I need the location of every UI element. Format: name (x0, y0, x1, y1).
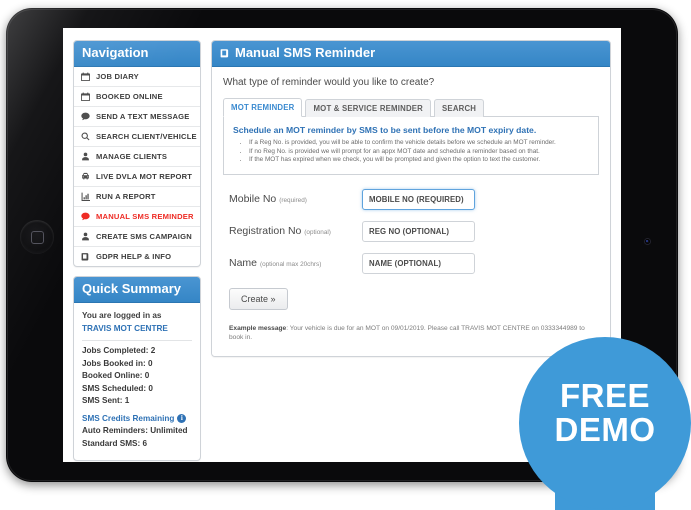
sidebar-item-gdpr-help-info[interactable]: GDPR HELP & INFO (74, 247, 200, 266)
sidebar-item-label: SEARCH CLIENT/VEHICLE (96, 132, 197, 141)
sms-credits-row: SMS Credits Remaining i (82, 413, 192, 426)
reminder-type-tabs: MOT REMINDER MOT & SERVICE REMINDER SEARCH (223, 97, 599, 117)
form-label-text: Registration No (229, 225, 302, 238)
navigation-title: Navigation (82, 45, 149, 60)
summary-stat: SMS Sent: 1 (82, 396, 130, 405)
form-label: Mobile No (required) (229, 193, 362, 205)
tab-search[interactable]: SEARCH (434, 99, 485, 117)
sidebar-item-label: LIVE DVLA MOT REPORT (96, 172, 193, 181)
standard-sms-value: Standard SMS: 6 (82, 438, 148, 448)
quick-summary-body: You are logged in as TRAVIS MOT CENTRE J… (74, 303, 200, 460)
name-input[interactable] (362, 252, 475, 274)
sidebar-item-label: GDPR HELP & INFO (96, 252, 172, 261)
sidebar-item-job-diary[interactable]: JOB DIARY (74, 67, 200, 87)
form-label: Name (optional max 20chrs) (229, 257, 362, 269)
form-row: Mobile No (required) (229, 188, 599, 210)
logged-in-company: TRAVIS MOT CENTRE (82, 323, 192, 341)
summary-stat: Booked Online: 0 (82, 371, 150, 380)
camera-lens-dot (646, 240, 649, 243)
reminder-type-question: What type of reminder would you like to … (223, 77, 435, 88)
sidebar-item-run-a-report[interactable]: RUN A REPORT (74, 187, 200, 207)
sms-credits-label: SMS Credits Remaining (82, 413, 175, 423)
sidebar-item-label: JOB DIARY (96, 72, 139, 81)
summary-stat: Jobs Booked in: 0 (82, 358, 153, 368)
form-label-text: Mobile No (229, 193, 277, 206)
sidebar-item-send-a-text-message[interactable]: SEND A TEXT MESSAGE (74, 107, 200, 127)
car-icon (82, 172, 89, 180)
reminder-form: Mobile No (required) Registration No (opt… (223, 188, 599, 310)
calendar-icon (81, 92, 90, 101)
logged-in-label: You are logged in as (82, 311, 162, 320)
book-icon (220, 49, 229, 58)
info-box: Schedule an MOT reminder by SMS to be se… (223, 117, 599, 175)
quick-summary-panel: Quick Summary You are logged in as TRAVI… (73, 276, 201, 461)
summary-stats-list: Jobs Completed: 2 Jobs Booked in: 0 Booked… (82, 345, 192, 408)
badge-line-2: DEMO (554, 411, 656, 448)
sidebar: Navigation JOB DIARY BOOKED ONLINE SEND A … (73, 40, 201, 462)
example-message-label: Example message (229, 324, 287, 332)
sidebar-item-label: MANAGE CLIENTS (96, 152, 168, 161)
sidebar-item-label: SEND A TEXT MESSAGE (96, 112, 190, 121)
search-icon (81, 132, 90, 141)
page-title: Manual SMS Reminder (235, 45, 376, 60)
summary-stat: SMS Scheduled: 0 (82, 383, 153, 393)
registration-no-input[interactable] (362, 220, 475, 242)
navigation-panel-header: Navigation (74, 41, 200, 67)
comment-icon (81, 212, 90, 221)
comment-icon (81, 112, 90, 121)
quick-summary-header: Quick Summary (74, 277, 200, 303)
info-box-bullets: If a Reg No. is provided, you will be ab… (233, 139, 589, 165)
sidebar-item-create-sms-campaign[interactable]: CREATE SMS CAMPAIGN (74, 227, 200, 247)
book-icon (81, 253, 89, 261)
sidebar-item-booked-online[interactable]: BOOKED ONLINE (74, 87, 200, 107)
info-box-title: Schedule an MOT reminder by SMS to be se… (233, 125, 537, 135)
info-bullet: If a Reg No. is provided, you will be ab… (249, 139, 589, 148)
form-label-hint: (required) (279, 197, 307, 205)
sidebar-item-label: CREATE SMS CAMPAIGN (96, 232, 192, 241)
main-panel-body: What type of reminder would you like to … (212, 67, 610, 356)
sidebar-item-manual-sms-reminder[interactable]: MANUAL SMS REMINDER (74, 207, 200, 227)
form-row: Registration No (optional) (229, 220, 599, 242)
sidebar-item-manage-clients[interactable]: MANAGE CLIENTS (74, 147, 200, 167)
user-icon (82, 232, 89, 241)
summary-stat: Jobs Completed: 2 (82, 346, 156, 355)
tab-mot-reminder[interactable]: MOT REMINDER (223, 98, 303, 117)
user-icon (82, 152, 89, 161)
calendar-icon (81, 72, 90, 81)
form-label-text: Name (229, 257, 258, 270)
chart-icon (81, 192, 90, 201)
sidebar-item-label: BOOKED ONLINE (96, 92, 163, 101)
info-icon[interactable]: i (177, 414, 187, 424)
info-bullet: If the MOT has expired when we check, yo… (249, 156, 589, 165)
form-label-hint: (optional max 20chrs) (259, 261, 322, 269)
sidebar-item-label: RUN A REPORT (96, 192, 156, 201)
form-label-hint: (optional) (304, 229, 331, 237)
front-camera-icon (645, 239, 650, 244)
navigation-panel: Navigation JOB DIARY BOOKED ONLINE SEND A … (73, 40, 201, 267)
main-panel-header: Manual SMS Reminder (212, 41, 610, 67)
manual-sms-reminder-panel: Manual SMS Reminder What type of reminde… (211, 40, 611, 357)
form-row: Name (optional max 20chrs) (229, 252, 599, 274)
free-demo-badge[interactable]: FREE DEMO (519, 337, 691, 510)
sidebar-item-live-dvla-mot-report[interactable]: LIVE DVLA MOT REPORT (74, 167, 200, 187)
mobile-no-input[interactable] (362, 188, 475, 210)
sidebar-item-label: MANUAL SMS REMINDER (96, 212, 194, 221)
auto-reminders-value: Auto Reminders: Unlimited (82, 426, 188, 435)
sidebar-item-search-client-vehicle[interactable]: SEARCH CLIENT/VEHICLE (74, 127, 200, 147)
tab-mot-service-reminder[interactable]: MOT & SERVICE REMINDER (305, 99, 432, 117)
navigation-list: JOB DIARY BOOKED ONLINE SEND A TEXT MESSAG… (74, 67, 200, 266)
info-bullet: If no Reg No. is provided we will prompt… (249, 148, 589, 157)
badge-line-1: FREE (559, 377, 650, 414)
home-button[interactable] (20, 220, 54, 254)
home-button-square-icon (31, 231, 44, 244)
create-button[interactable]: Create » (229, 287, 288, 310)
form-label: Registration No (optional) (229, 225, 362, 237)
quick-summary-title: Quick Summary (82, 281, 181, 296)
badge-text: FREE DEMO (519, 379, 691, 447)
